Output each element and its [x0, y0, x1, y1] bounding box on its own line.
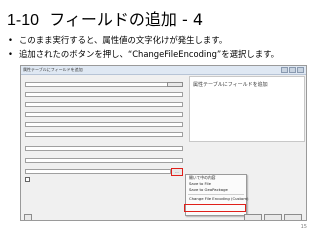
- field-precision-input[interactable]: [25, 122, 183, 127]
- field-value-input[interactable]: [25, 132, 183, 137]
- field-type-select[interactable]: [25, 102, 183, 107]
- browse-button[interactable]: [167, 82, 183, 87]
- dialog-action-buttons: [244, 214, 302, 220]
- slide-title-number: 1-10: [7, 12, 40, 29]
- menu-item-change-file-encoding[interactable]: Change File Encoding (Custom): [186, 196, 249, 202]
- help-title: 属性テーブルにフィールドを追加: [193, 82, 268, 88]
- bullet-item: • このまま実行すると、属性値の文字化けが発生します。: [8, 33, 316, 47]
- bottom-left-buttons: [24, 214, 32, 220]
- bullet-list: • このまま実行すると、属性値の文字化けが発生します。 • 追加されたのボタンを…: [8, 33, 316, 61]
- bullet-text: このまま実行すると、属性値の文字化けが発生します。: [19, 35, 228, 45]
- input-layer-field[interactable]: [25, 82, 183, 87]
- highlight-box: [184, 204, 246, 212]
- run-button[interactable]: [244, 214, 262, 220]
- menu-item-save-to-geopackage[interactable]: Save to GeoPackage: [186, 187, 246, 193]
- dialog-titlebar: 属性テーブルにフィールドを追加: [21, 66, 306, 75]
- field-name-input[interactable]: [25, 92, 183, 97]
- bullet-item: • 追加されたのボタンを押し、“ChangeFileEncoding”を選択しま…: [8, 47, 316, 61]
- bullet-text: 追加されたのボタンを押し、“ChangeFileEncoding”を選択します。: [19, 49, 280, 59]
- field-length-input[interactable]: [25, 112, 183, 117]
- dialog-screenshot: 属性テーブルにフィールドを追加 … 開いて中の内容 Save to File S…: [20, 65, 307, 221]
- bullet-dot: •: [8, 35, 13, 45]
- close-button[interactable]: [264, 214, 282, 220]
- window-controls: [281, 67, 306, 73]
- extra-option-input[interactable]: [25, 146, 183, 151]
- output-options-button[interactable]: …: [171, 168, 183, 176]
- slide-title: 1-10 フィールドの追加 - 4: [7, 6, 203, 30]
- output-layer-field[interactable]: [25, 158, 183, 163]
- help-pane: 属性テーブルにフィールドを追加: [189, 76, 305, 142]
- page-number: 15: [300, 224, 307, 230]
- menu-separator: [188, 194, 244, 195]
- bullet-dot: •: [8, 49, 13, 59]
- open-output-checkbox[interactable]: [25, 177, 30, 182]
- checkbox-box[interactable]: [25, 177, 30, 182]
- minimize-icon[interactable]: [281, 67, 288, 73]
- parameters-pane: [24, 76, 186, 218]
- dialog-title: 属性テーブルにフィールドを追加: [23, 67, 83, 72]
- maximize-icon[interactable]: [289, 67, 296, 73]
- run-batch-button[interactable]: [24, 214, 32, 220]
- close-icon[interactable]: [297, 67, 304, 73]
- help-button[interactable]: [284, 214, 302, 220]
- output-file-field[interactable]: [25, 169, 171, 174]
- slide-title-text: フィールドの追加 - 4: [49, 10, 204, 29]
